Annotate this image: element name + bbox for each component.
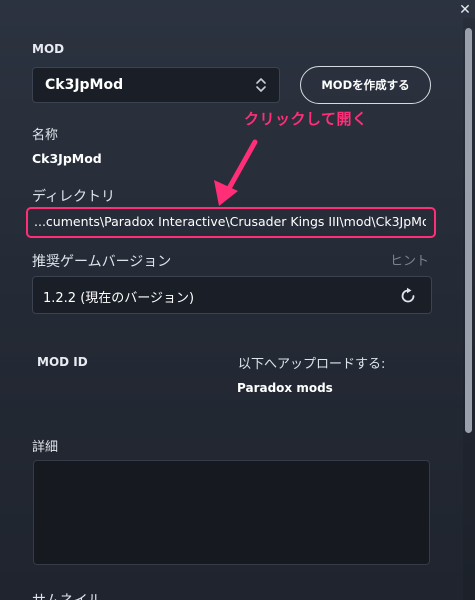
directory-path-link[interactable]: ...cuments\Paradox Interactive\Crusader …	[34, 214, 426, 229]
close-icon[interactable]: ✕	[459, 2, 471, 18]
mod-select-value: Ck3JpMod	[45, 77, 124, 93]
version-field: 1.2.2 (現在のバージョン)	[32, 276, 432, 314]
scrollbar-thumb[interactable]	[465, 28, 472, 433]
hint-link[interactable]: ヒント	[390, 250, 429, 269]
mod-id-label: MOD ID	[37, 355, 88, 369]
upload-label: 以下へアップロードする:	[238, 357, 386, 372]
upload-value: Paradox mods	[237, 381, 333, 395]
mod-section-label: MOD	[32, 42, 65, 56]
details-label: 詳細	[32, 440, 59, 455]
version-label: 推奨ゲームバージョン	[32, 254, 172, 270]
details-textarea[interactable]	[33, 460, 430, 565]
chevron-up-down-icon	[256, 78, 266, 92]
mod-select[interactable]: Ck3JpMod	[32, 67, 280, 103]
thumbnail-label: サムネイル	[32, 590, 102, 600]
directory-label: ディレクトリ	[32, 189, 116, 205]
version-value: 1.2.2 (現在のバージョン)	[43, 291, 195, 306]
arrow-icon	[214, 139, 258, 206]
close-button[interactable]: ✕	[457, 2, 473, 18]
annotation-text: クリックして開く	[244, 110, 368, 128]
name-label: 名称	[32, 128, 59, 143]
name-value: Ck3JpMod	[32, 151, 102, 166]
create-mod-button[interactable]: MODを作成する	[300, 66, 431, 104]
refresh-icon[interactable]	[399, 287, 417, 305]
